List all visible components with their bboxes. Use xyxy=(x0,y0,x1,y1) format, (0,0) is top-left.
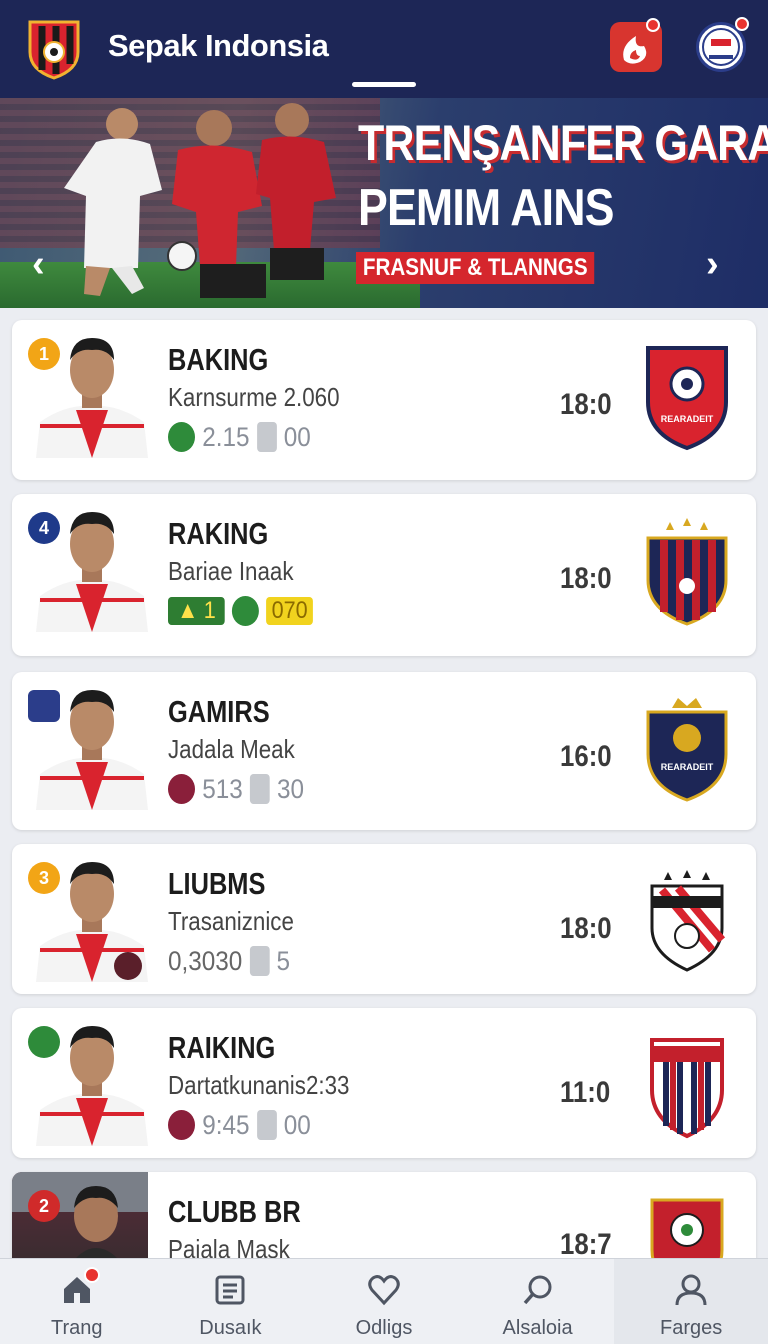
club-mini-icon xyxy=(168,774,195,804)
stat-value: 513 xyxy=(202,773,243,804)
stat-value: 9:45 xyxy=(202,1109,250,1140)
club-crest-icon xyxy=(650,870,726,972)
player-name: LIUBMS xyxy=(168,866,266,901)
notification-dot xyxy=(735,17,749,31)
player-card[interactable]: GAMIRS Jadala Meak 513 30 16:0 REARADEIT xyxy=(12,672,756,830)
rank-badge: 1 xyxy=(28,338,60,370)
banner-tag: FRASNUF & TLANNGS xyxy=(356,252,595,284)
rank-badge xyxy=(28,690,60,722)
stat-value: 2.15 xyxy=(202,421,250,452)
player-card[interactable]: 3 LIUBMS Trasaniznice 0,3030 5 18:0 xyxy=(12,844,756,994)
match-time: 18:0 xyxy=(560,912,612,945)
boot-icon xyxy=(256,422,277,452)
bottom-navigation: Trang Dusaık Odligs Alsaloia Farges xyxy=(0,1258,768,1344)
player-name: RAKING xyxy=(168,516,269,551)
stat-value: 0,3030 xyxy=(168,945,243,976)
boot-icon xyxy=(249,774,270,804)
stat-value: 00 xyxy=(283,421,311,452)
nav-item-favorites[interactable]: Odligs xyxy=(307,1259,461,1344)
player-subtitle: Dartatkunanis2:33 xyxy=(168,1070,350,1100)
match-time: 18:0 xyxy=(560,562,612,595)
nav-label: Alsaloia xyxy=(502,1317,573,1339)
news-button[interactable] xyxy=(610,18,662,72)
rank-badge: 4 xyxy=(28,512,60,544)
player-subtitle: Trasaniznice xyxy=(168,906,294,936)
crest-text: REARADEIT xyxy=(661,762,714,772)
match-time: 16:0 xyxy=(560,740,612,773)
heart-icon xyxy=(368,1275,400,1306)
rank-badge: 2 xyxy=(28,1190,60,1222)
list-icon xyxy=(215,1275,245,1305)
notification-dot xyxy=(84,1267,100,1283)
tab-indicator xyxy=(352,82,416,87)
goals-chip: ▲ 1 xyxy=(168,597,225,625)
nav-item-profile[interactable]: Farges xyxy=(614,1259,768,1344)
club-logo-icon[interactable] xyxy=(26,18,82,80)
stat-value: 5 xyxy=(276,945,291,976)
club-crest-icon: REARADEIT xyxy=(646,346,728,451)
player-subtitle: Bariae Inaak xyxy=(168,556,294,586)
search-icon xyxy=(523,1275,552,1305)
app-header: Sepak Indonsia xyxy=(0,0,768,98)
player-subtitle: Karnsurme 2.060 xyxy=(168,382,340,412)
player-name: RAIKING xyxy=(168,1030,276,1065)
player-card[interactable]: 4 RAKING Bariae Inaak ▲ 1 070 18:0 xyxy=(12,494,756,656)
club-crest-icon xyxy=(650,1038,724,1139)
nav-label: Trang xyxy=(51,1317,103,1339)
nav-label: Farges xyxy=(660,1317,723,1339)
stat-value: 1 xyxy=(203,597,216,624)
match-time: 11:0 xyxy=(560,1076,611,1109)
player-stats: 513 30 xyxy=(168,772,304,806)
stat-value: 070 xyxy=(266,597,314,625)
transfer-news-banner[interactable]: TRENŞANFER GARA PEMIM AINS FRASNUF & TLA… xyxy=(0,98,768,308)
stat-value: 30 xyxy=(276,773,304,804)
nav-label: Odligs xyxy=(355,1317,413,1339)
federation-badge-button[interactable] xyxy=(696,17,749,72)
banner-title-line1: TRENŞANFER GARA xyxy=(358,115,768,171)
rank-badge: 3 xyxy=(28,862,60,894)
app-title: Sepak Indonsia xyxy=(108,28,329,63)
league-icon xyxy=(232,596,260,626)
banner-title-line2: PEMIM AINS xyxy=(358,179,614,237)
club-mini-icon xyxy=(168,1110,195,1140)
banner-prev-icon[interactable]: ‹ xyxy=(32,244,68,284)
player-subtitle: Jadala Meak xyxy=(168,734,295,764)
player-card[interactable]: RAIKING Dartatkunanis2:33 9:45 00 11:0 xyxy=(12,1008,756,1158)
match-time: 18:7 xyxy=(560,1228,612,1261)
player-name: CLUBB BR xyxy=(168,1194,301,1229)
boot-icon xyxy=(249,946,270,976)
player-name: BAKING xyxy=(168,342,269,377)
nav-label: Dusaık xyxy=(199,1317,262,1339)
federation-crest-icon xyxy=(702,28,740,66)
player-stats: 9:45 00 xyxy=(168,1108,311,1142)
boot-icon xyxy=(256,1110,277,1140)
notification-dot xyxy=(646,18,660,32)
player-card[interactable]: 1 BAKING Karnsurme 2.060 2.15 00 18:0 RE… xyxy=(12,320,756,480)
rank-badge xyxy=(28,1026,60,1058)
profile-icon xyxy=(675,1274,707,1306)
crest-text: REARADEIT xyxy=(661,414,714,424)
player-stats: ▲ 1 070 xyxy=(168,594,314,628)
league-icon xyxy=(168,422,195,452)
stat-value: 00 xyxy=(283,1109,311,1140)
player-stats: 2.15 00 xyxy=(168,420,311,454)
match-time: 18:0 xyxy=(560,388,612,421)
nav-item-list[interactable]: Dusaık xyxy=(154,1259,308,1344)
club-crest-icon: REARADEIT xyxy=(646,698,728,802)
banner-next-icon[interactable]: › xyxy=(706,244,742,284)
club-crest-icon xyxy=(646,518,728,626)
player-name: GAMIRS xyxy=(168,694,270,729)
nav-item-home[interactable]: Trang xyxy=(0,1259,154,1344)
nav-item-search[interactable]: Alsaloia xyxy=(461,1259,615,1344)
player-stats: 0,3030 5 xyxy=(168,944,290,978)
